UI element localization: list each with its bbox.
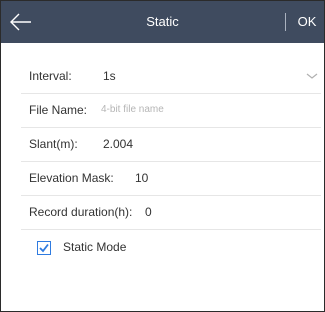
back-button[interactable] [7, 8, 37, 36]
elevation-mask-input[interactable]: 10 [135, 161, 148, 195]
interval-value[interactable]: 1s [103, 59, 116, 93]
file-name-row: File Name: 4-bit file name [21, 93, 321, 128]
elevation-mask-row: Elevation Mask: 10 [21, 161, 321, 196]
interval-label: Interval: [29, 69, 72, 83]
static-mode-checkbox[interactable] [37, 241, 51, 255]
elevation-mask-label: Elevation Mask: [29, 171, 114, 185]
static-settings-screen: Static OK Interval: 1s File Name: 4-bit … [0, 0, 325, 312]
record-duration-row: Record duration(h): 0 [21, 195, 321, 230]
file-name-input[interactable]: 4-bit file name [101, 93, 164, 127]
record-duration-label: Record duration(h): [29, 205, 133, 219]
slant-input[interactable]: 2.004 [103, 127, 133, 161]
chevron-down-icon[interactable] [305, 71, 319, 81]
page-title: Static [146, 14, 179, 29]
static-mode-label: Static Mode [63, 240, 127, 254]
arrow-left-icon [10, 13, 31, 31]
slant-row: Slant(m): 2.004 [21, 127, 321, 162]
file-name-label: File Name: [29, 103, 88, 117]
ok-button[interactable]: OK [292, 1, 322, 43]
interval-row[interactable]: Interval: 1s [21, 59, 321, 94]
slant-label: Slant(m): [29, 137, 78, 151]
record-duration-input[interactable]: 0 [145, 195, 152, 229]
checkmark-icon [39, 243, 49, 253]
header-divider [285, 13, 286, 31]
static-mode-row[interactable]: Static Mode [21, 233, 321, 263]
header-bar: Static OK [1, 1, 324, 43]
